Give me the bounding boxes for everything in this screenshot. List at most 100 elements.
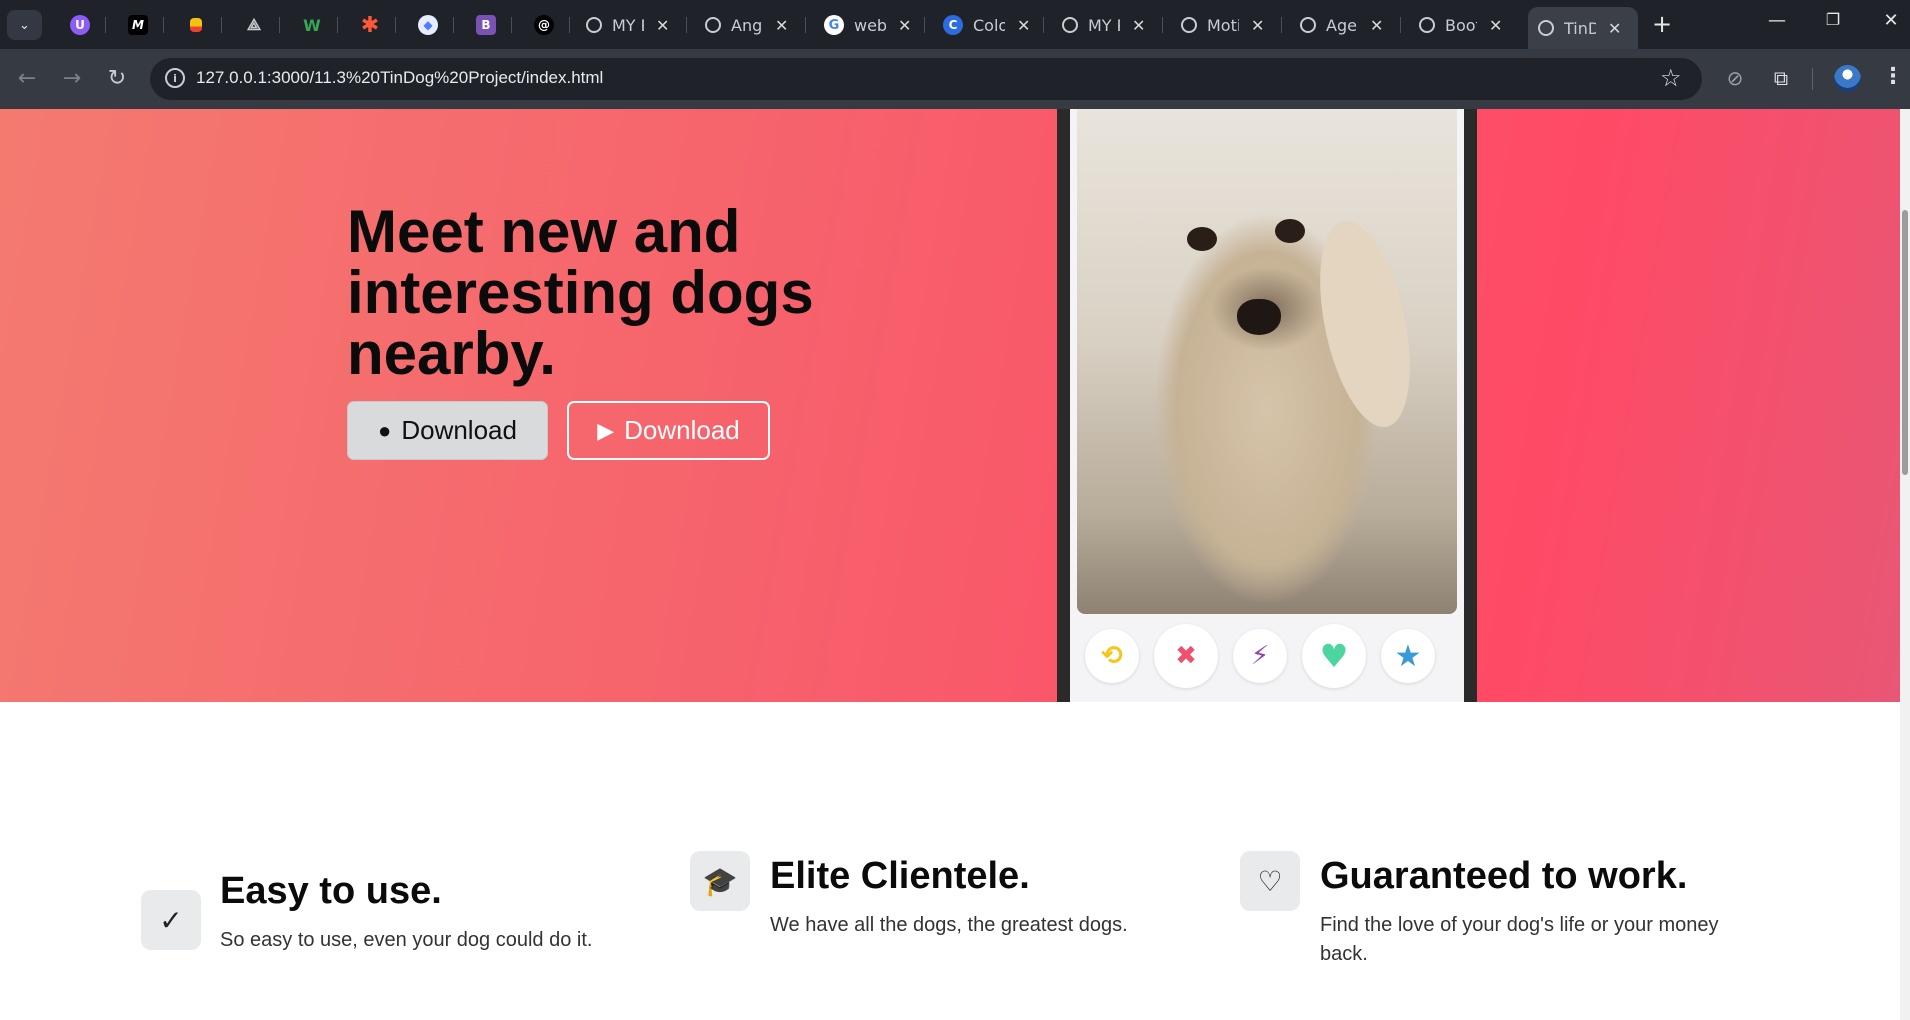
- tab-5[interactable]: W: [292, 7, 332, 43]
- toolbar-divider: [1812, 68, 1813, 90]
- scrollbar-thumb[interactable]: [1902, 210, 1908, 475]
- feature-text-easy: So easy to use, even your dog could do i…: [220, 929, 593, 951]
- tab-title: web-: [854, 15, 886, 35]
- tab-separator: [279, 17, 280, 33]
- tab-separator: [924, 17, 925, 33]
- close-icon[interactable]: ✕: [1132, 16, 1145, 35]
- apple-download-label: Download: [401, 415, 517, 445]
- reload-icon[interactable]: ↻: [102, 66, 132, 91]
- tab-separator: [1043, 17, 1044, 33]
- tab-separator: [569, 17, 570, 33]
- tab-separator: [511, 17, 512, 33]
- url-text[interactable]: 127.0.0.1:3000/11.3%20TinDog%20Project/i…: [196, 68, 603, 88]
- dog-ear: [1304, 212, 1426, 436]
- lightning-glyph: ⚡: [1250, 641, 1270, 671]
- tab-6[interactable]: ✱: [350, 7, 390, 43]
- tab-17[interactable]: Boot ✕: [1409, 7, 1512, 43]
- google-play-download-button[interactable]: ▶ Download: [567, 401, 770, 460]
- tab-8[interactable]: B: [466, 7, 506, 43]
- tab-title: Boot: [1445, 15, 1477, 35]
- tab-16[interactable]: Agen ✕: [1290, 7, 1393, 43]
- google-play-download-label: Download: [624, 415, 740, 445]
- globe-icon: [586, 17, 602, 33]
- tab-separator: [163, 17, 164, 33]
- window-close-icon[interactable]: ✕: [1876, 10, 1906, 31]
- tab-separator: [1162, 17, 1163, 33]
- tab-separator: [1400, 17, 1401, 33]
- close-icon[interactable]: ✕: [1017, 16, 1030, 35]
- globe-icon: [1419, 17, 1435, 33]
- feature-title-easy: Easy to use.: [220, 870, 442, 912]
- dog-photo: [1077, 109, 1457, 614]
- close-icon[interactable]: ✕: [1489, 16, 1502, 35]
- tab-15[interactable]: Moti ✕: [1171, 7, 1274, 43]
- tab-10[interactable]: MY P ✕: [576, 7, 679, 43]
- tab-title: Angu: [731, 15, 763, 35]
- close-icon[interactable]: ✕: [656, 16, 669, 35]
- tab-separator: [805, 17, 806, 33]
- feature-text-guaranteed: Find the love of your dog's life or your…: [1320, 914, 1719, 965]
- tab-2[interactable]: M: [118, 7, 158, 43]
- lightning-icon[interactable]: ⚡: [1233, 629, 1287, 683]
- tab-11[interactable]: Angu ✕: [695, 7, 798, 43]
- feature-title-guaranteed: Guaranteed to work.: [1320, 855, 1688, 897]
- hero-headline: Meet new and interesting dogs nearby.: [347, 198, 814, 387]
- phone-screen: ⟲ ✖ ⚡ ♥ ★: [1070, 109, 1464, 702]
- phone-mockup: ⟲ ✖ ⚡ ♥ ★: [1057, 109, 1477, 702]
- tab-title: MY P: [612, 15, 644, 35]
- tab-title: Moti: [1207, 15, 1239, 35]
- heart-glyph: ♥: [1319, 637, 1349, 675]
- bookmark-star-icon[interactable]: ☆: [1660, 64, 1682, 92]
- dog-nose: [1237, 299, 1281, 335]
- google-g-icon: G: [824, 15, 844, 35]
- close-x-icon[interactable]: ✖: [1154, 624, 1218, 688]
- tab-4[interactable]: ⟁: [234, 7, 274, 43]
- colorful-w-icon: W: [303, 15, 321, 35]
- globe-icon: [705, 17, 721, 33]
- check-circle-icon: ✓: [141, 890, 201, 950]
- graduation-cap-icon: 🎓: [690, 851, 750, 911]
- close-icon[interactable]: ✕: [898, 16, 911, 35]
- tab-9[interactable]: @: [524, 7, 564, 43]
- feature-text-elite: We have all the dogs, the greatest dogs.: [770, 914, 1128, 936]
- tab-1[interactable]: U: [60, 7, 100, 43]
- minimize-icon[interactable]: —: [1762, 10, 1792, 31]
- globe-icon: [1062, 17, 1078, 33]
- cap-glyph: 🎓: [702, 864, 738, 898]
- tab-3[interactable]: [176, 7, 212, 43]
- tab-title: TinD: [1564, 18, 1596, 38]
- globe-icon: [1300, 17, 1316, 33]
- site-info-icon[interactable]: i: [165, 68, 185, 88]
- back-arrow-icon[interactable]: ←: [12, 66, 42, 91]
- heart-arrow-icon: ♡: [1240, 851, 1300, 911]
- profile-avatar[interactable]: [1834, 65, 1861, 92]
- new-tab-plus-icon[interactable]: +: [1652, 11, 1672, 37]
- undo-icon[interactable]: ⟲: [1085, 629, 1139, 683]
- menu-kebab-icon[interactable]: ⋮: [1882, 64, 1904, 89]
- star-glyph: ★: [1394, 638, 1422, 674]
- check-glyph: ✓: [159, 903, 183, 937]
- close-icon[interactable]: ✕: [775, 16, 788, 35]
- feature-title-elite: Elite Clientele.: [770, 855, 1030, 897]
- tab-separator: [1281, 17, 1282, 33]
- ai-swirl-icon: @: [534, 15, 554, 35]
- tab-active-tindog[interactable]: TinD ✕: [1528, 7, 1638, 49]
- dog-eye: [1275, 219, 1305, 243]
- tab-12[interactable]: Gweb- ✕: [814, 7, 921, 43]
- tab-13[interactable]: C Colo ✕: [933, 7, 1040, 43]
- dog-eye: [1187, 227, 1217, 251]
- extensions-puzzle-icon[interactable]: ⧉: [1767, 66, 1795, 90]
- restore-icon[interactable]: ❐: [1818, 10, 1848, 29]
- tab-search-dropdown-button[interactable]: ⌄: [7, 10, 42, 40]
- close-icon[interactable]: ✕: [1251, 16, 1264, 35]
- tab-14[interactable]: MY P ✕: [1052, 7, 1155, 43]
- tab-7[interactable]: ◆: [408, 7, 448, 43]
- extension-disabled-icon[interactable]: ⊘: [1721, 66, 1749, 90]
- apple-download-button[interactable]: ● Download: [347, 401, 548, 460]
- close-icon[interactable]: ✕: [1370, 16, 1383, 35]
- tab-title: MY P: [1088, 15, 1120, 35]
- star-icon[interactable]: ★: [1381, 629, 1435, 683]
- heart-icon[interactable]: ♥: [1302, 624, 1366, 688]
- close-icon[interactable]: ✕: [1608, 19, 1621, 38]
- forward-arrow-icon[interactable]: →: [57, 66, 87, 91]
